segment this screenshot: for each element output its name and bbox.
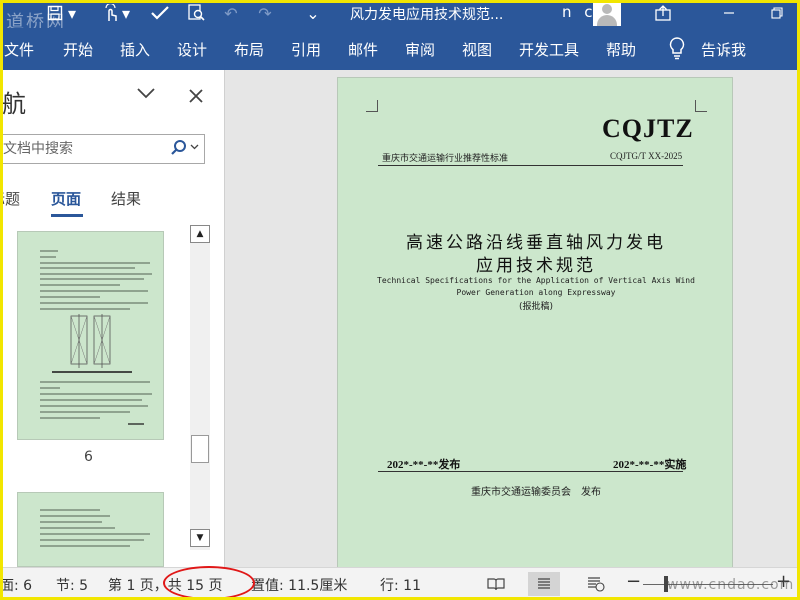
issue-date: 202*-**-**发布 <box>387 459 461 471</box>
page-count-highlight <box>163 566 255 600</box>
tab-insert[interactable]: 插入 <box>120 39 150 60</box>
scroll-down-icon[interactable]: ▼ <box>190 529 210 547</box>
tab-results[interactable]: 结果 <box>111 188 141 209</box>
search-input[interactable] <box>1 139 149 159</box>
standard-logo: CQJTZ <box>602 114 694 143</box>
restore-icon[interactable] <box>754 0 800 26</box>
tab-view[interactable]: 视图 <box>462 39 492 60</box>
avatar[interactable] <box>593 0 621 26</box>
turbine-figure <box>70 314 111 368</box>
status-position[interactable]: 位置值: 11.5厘米 <box>251 575 347 595</box>
page-thumbnail-6[interactable] <box>17 231 164 440</box>
site-watermark-url: www.cndao.com <box>667 577 795 593</box>
tab-references[interactable]: 引用 <box>291 39 321 60</box>
header-rule <box>378 165 683 166</box>
document-title-line1: 高速公路沿线垂直轴风力发电 <box>406 233 666 253</box>
touch-mode-icon[interactable] <box>100 2 122 24</box>
thumbnail-scrollbar[interactable] <box>190 225 210 550</box>
tab-help[interactable]: 帮助 <box>606 39 636 60</box>
user-initials[interactable]: n c <box>562 3 597 21</box>
english-title-line2: Power Generation along Expressway <box>456 288 616 297</box>
footer-rule <box>378 471 683 472</box>
status-page[interactable]: 页面: 6 <box>0 575 32 595</box>
nav-search-box <box>0 134 205 164</box>
chevron-down-icon[interactable] <box>136 84 156 105</box>
lightbulb-icon[interactable] <box>668 36 686 60</box>
undo-icon[interactable]: ↶ <box>220 2 242 24</box>
tab-developer[interactable]: 开发工具 <box>519 39 579 60</box>
document-title: 风力发电应用技术规范... <box>350 7 504 23</box>
ribbon-tabs: 文件 开始 插入 设计 布局 引用 邮件 审阅 视图 开发工具 帮助 告诉我 <box>0 28 800 70</box>
status-section[interactable]: 节: 5 <box>56 575 88 595</box>
standard-number: CQJTG/T XX-2025 <box>610 151 683 161</box>
page-thumbnail-7[interactable] <box>17 492 164 567</box>
customize-quick-access-icon[interactable]: ▾ <box>66 2 78 24</box>
thumbnail-page-number: 6 <box>84 449 93 465</box>
tab-mailings[interactable]: 邮件 <box>348 39 378 60</box>
chevron-down-icon[interactable]: ▾ <box>120 2 132 24</box>
document-title-line2: 应用技术规范 <box>476 256 596 276</box>
implementation-date: 202*-**-**实施 <box>613 459 687 471</box>
more-commands-icon[interactable]: ⌄ <box>306 2 320 24</box>
tell-me-search[interactable]: 告诉我 <box>701 39 746 60</box>
web-layout-icon[interactable] <box>580 572 612 596</box>
crop-mark <box>695 100 707 112</box>
zoom-out-icon[interactable]: − <box>626 571 641 592</box>
minimize-icon[interactable] <box>706 0 752 26</box>
draft-note: (报批稿) <box>518 302 554 312</box>
redo-icon[interactable]: ↷ <box>254 2 276 24</box>
title-bar: 道桥网 ▾ ▾ ↶ ↷ ⌄ 风力发电应用技术规范... n c <box>0 0 800 33</box>
english-title-line1: Technical Specifications for the Applica… <box>377 276 695 285</box>
tab-design[interactable]: 设计 <box>177 39 207 60</box>
share-icon[interactable] <box>640 0 686 26</box>
status-line[interactable]: 行: 11 <box>380 575 421 595</box>
read-mode-icon[interactable] <box>480 572 512 596</box>
find-icon[interactable] <box>185 2 209 24</box>
tab-pages[interactable]: 页面 <box>51 188 81 209</box>
active-tab-indicator <box>51 214 83 217</box>
document-area[interactable]: CQJTZ 重庆市交通运输行业推荐性标准 CQJTG/T XX-2025 高速公… <box>226 70 800 567</box>
tab-home[interactable]: 开始 <box>63 39 93 60</box>
tab-review[interactable]: 审阅 <box>405 39 435 60</box>
tab-file[interactable]: 文件 <box>4 39 34 60</box>
scroll-up-icon[interactable]: ▲ <box>190 225 210 243</box>
navigation-pane: 导航 标题 页面 结果 <box>0 70 225 567</box>
nav-pane-title: 导航 <box>0 90 26 118</box>
document-page[interactable]: CQJTZ 重庆市交通运输行业推荐性标准 CQJTG/T XX-2025 高速公… <box>337 77 733 567</box>
save-icon[interactable] <box>44 2 66 24</box>
close-icon[interactable] <box>188 82 204 110</box>
check-icon[interactable] <box>148 2 172 24</box>
publisher-line: 重庆市交通运输委员会 发布 <box>471 487 601 498</box>
tab-headings[interactable]: 标题 <box>0 188 20 208</box>
tab-layout[interactable]: 布局 <box>234 39 264 60</box>
crop-mark <box>366 100 378 112</box>
scroll-thumb[interactable] <box>191 435 209 463</box>
standard-category: 重庆市交通运输行业推荐性标准 <box>382 154 509 164</box>
print-layout-icon[interactable] <box>528 572 560 596</box>
search-icon[interactable] <box>169 138 203 160</box>
